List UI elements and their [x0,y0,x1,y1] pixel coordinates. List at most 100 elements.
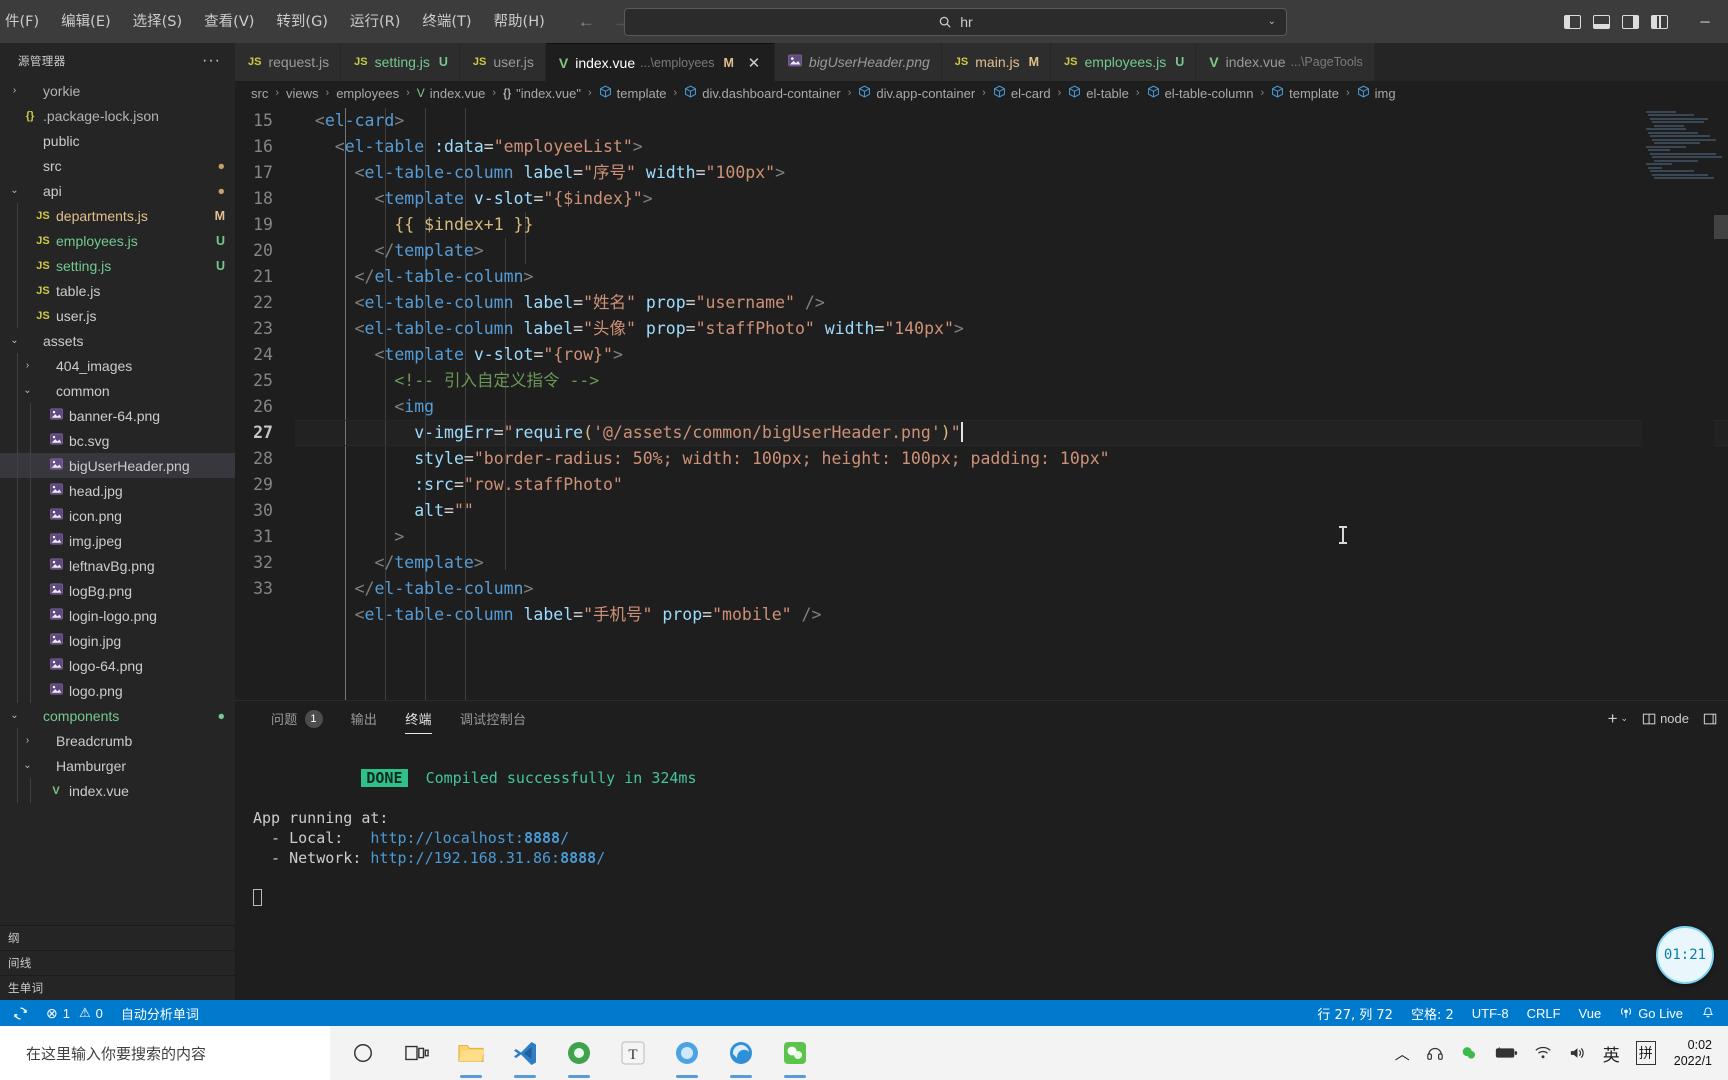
tree-item-table-js[interactable]: ›JStable.js [0,278,235,303]
code-content[interactable]: <el-card> <el-table :data="employeeList"… [295,105,1728,700]
volume-icon[interactable] [1560,1026,1595,1080]
code-line[interactable]: <template v-slot="{row}"> [295,342,1728,368]
tree-item-logo-png[interactable]: ›logo.png [0,678,235,703]
breadcrumb-item--index-vue-[interactable]: {} "index.vue" [501,86,583,101]
taskbar-search-input[interactable]: 在这里输入你要搜索的内容 [0,1026,330,1080]
tree-item-components[interactable]: ⌄ components ● [0,703,235,728]
menu-go[interactable]: 转到(G) [265,8,339,36]
code-line[interactable]: <el-table :data="employeeList"> [295,134,1728,160]
toggle-panel-icon[interactable] [1593,14,1610,29]
tree-item-departments-js[interactable]: ›JSdepartments.jsM [0,203,235,228]
breadcrumb-item-div-app-container[interactable]: div.app-container [856,85,977,101]
local-url[interactable]: http://localhost:8888/ [370,829,569,847]
typora-icon[interactable]: T [606,1026,660,1080]
tree-item-breadcrumb[interactable]: › Breadcrumb [0,728,235,753]
breadcrumb-item-views[interactable]: views [284,86,321,101]
tree-item-assets[interactable]: ⌄ assets [0,328,235,353]
scrollbar-thumb[interactable] [1714,215,1728,239]
show-hidden-icons-icon[interactable]: ︿ [1387,1026,1418,1080]
tree-item-banner-64-png[interactable]: ›banner-64.png [0,403,235,428]
editor-tab-employees-js[interactable]: JS employees.js U [1051,43,1197,81]
wifi-icon[interactable] [1526,1026,1560,1080]
tree-item-login-jpg[interactable]: ›login.jpg [0,628,235,653]
code-line[interactable]: </template> [295,550,1728,576]
new-terminal-button[interactable]: + ⌄ [1608,709,1628,729]
edge-icon[interactable] [714,1026,768,1080]
menu-selection[interactable]: 选择(S) [122,8,194,36]
code-line[interactable]: <el-table-column label="姓名" prop="userna… [295,290,1728,316]
code-editor[interactable]: 15 16 17 18 19 20 21 22 23 24 25 26 27 28 29 30 31 32 33 <… [235,105,1728,700]
breadcrumb-item-src[interactable]: src [249,86,270,101]
editor-scrollbar[interactable] [1714,105,1728,700]
editor-tab-biguserheader-png[interactable]: bigUserHeader.png [774,43,942,81]
menu-edit[interactable]: 编辑(E) [50,8,121,36]
breadcrumb-item-employees[interactable]: employees [334,86,401,101]
code-line[interactable]: <el-table-column label="序号" width="100px… [295,160,1728,186]
menu-run[interactable]: 运行(R) [339,8,411,36]
wechat-tray-icon[interactable] [1452,1026,1486,1080]
code-line[interactable]: <el-table-column label="头像" prop="staffP… [295,316,1728,342]
tree-item-yorkie[interactable]: › yorkie [0,78,235,103]
code-line[interactable]: <el-table-column label="手机号" prop="mobil… [295,602,1728,628]
section-unknown-words[interactable]: 生单词 [0,975,235,1000]
status-go-live[interactable]: Go Live [1610,1000,1692,1026]
status-auto-analyze[interactable]: 自动分析单词 [112,1000,208,1026]
back-arrow-icon[interactable]: ← [578,12,595,32]
breadcrumb-item-img[interactable]: img [1355,85,1398,101]
status-sync-button[interactable] [4,1000,37,1026]
tree-item-common[interactable]: ⌄ common [0,378,235,403]
chevron-down-icon[interactable]: ⌄ [1268,16,1276,27]
panel-tab-problems[interactable]: 问题 1 [257,701,337,736]
status-cursor-position[interactable]: 行 27, 列 72 [1308,1000,1402,1026]
file-tree[interactable]: › yorkie › {} .package-lock.json ›public › src ●… [0,78,235,925]
tree-item--package-lock-json[interactable]: ›{}.package-lock.json [0,103,235,128]
file-explorer-icon[interactable] [444,1026,498,1080]
tab-close-icon[interactable]: ✕ [745,54,763,72]
status-eol[interactable]: CRLF [1518,1000,1570,1026]
tree-item-api[interactable]: ⌄ api ● [0,178,235,203]
code-line[interactable]: <!-- 引入自定义指令 --> [295,368,1728,394]
editor-tab-main-js[interactable]: JS main.js M [941,43,1052,81]
editor-tab-request-js[interactable]: JS request.js [235,43,342,81]
section-outline[interactable]: 纲 [0,925,235,950]
tree-item-employees-js[interactable]: ›JSemployees.jsU [0,228,235,253]
tree-item-img-jpeg[interactable]: ›img.jpeg [0,528,235,553]
editor-tab-setting-js[interactable]: JS setting.js U [341,43,460,81]
code-line[interactable]: > [295,524,1728,550]
code-line[interactable]: :src="row.staffPhoto" [295,472,1728,498]
maximize-panel-button[interactable] [1703,712,1718,726]
tree-item-index-vue[interactable]: ›Vindex.vue [0,778,235,803]
vscode-icon[interactable] [498,1026,552,1080]
editor-tab-index-vue[interactable]: Vindex.vue ...\employees M ✕ [545,43,775,81]
code-line[interactable]: {{ $index+1 }} [295,212,1728,238]
headphones-icon[interactable] [1418,1026,1452,1080]
tree-item-leftnavbg-png[interactable]: ›leftnavBg.png [0,553,235,578]
code-line[interactable]: <el-card> [295,108,1728,134]
status-language-mode[interactable]: Vue [1570,1000,1611,1026]
tree-item-src[interactable]: ›src● [0,153,235,178]
tree-item-login-logo-png[interactable]: ›login-logo.png [0,603,235,628]
panel-tab-terminal[interactable]: 终端 [391,701,446,736]
ime-pinyin-icon[interactable]: 拼 [1628,1026,1664,1080]
tree-item-public[interactable]: ›public [0,128,235,153]
breadcrumb-item-el-card[interactable]: el-card [991,85,1053,101]
code-line[interactable]: </el-table-column> [295,576,1728,602]
breadcrumb-item-div-dashboard-container[interactable]: div.dashboard-container [682,85,843,101]
code-line[interactable]: <img [295,394,1728,420]
editor-tab-user-js[interactable]: JS user.js [459,43,546,81]
code-line[interactable]: v-imgErr="require('@/assets/common/bigUs… [295,420,1728,446]
battery-icon[interactable] [1486,1026,1526,1080]
tree-item-hamburger[interactable]: ⌄ Hamburger [0,753,235,778]
wechat-icon[interactable] [768,1026,822,1080]
status-indentation[interactable]: 空格: 2 [1402,1000,1463,1026]
menu-view[interactable]: 查看(V) [193,8,265,36]
network-url[interactable]: http://192.168.31.86:8888/ [370,849,605,867]
tree-item-user-js[interactable]: ›JSuser.js [0,303,235,328]
tree-item-logbg-png[interactable]: ›logBg.png [0,578,235,603]
tree-item-biguserheader-png[interactable]: ›bigUserHeader.png [0,453,235,478]
minimap[interactable] [1642,105,1728,700]
minimize-button[interactable]: ─ [1682,0,1728,43]
panel-tab-debug-console[interactable]: 调试控制台 [446,701,541,736]
code-line[interactable]: </el-table-column> [295,264,1728,290]
taskbar-clock[interactable]: 0:02 2022/1 [1664,1037,1722,1069]
